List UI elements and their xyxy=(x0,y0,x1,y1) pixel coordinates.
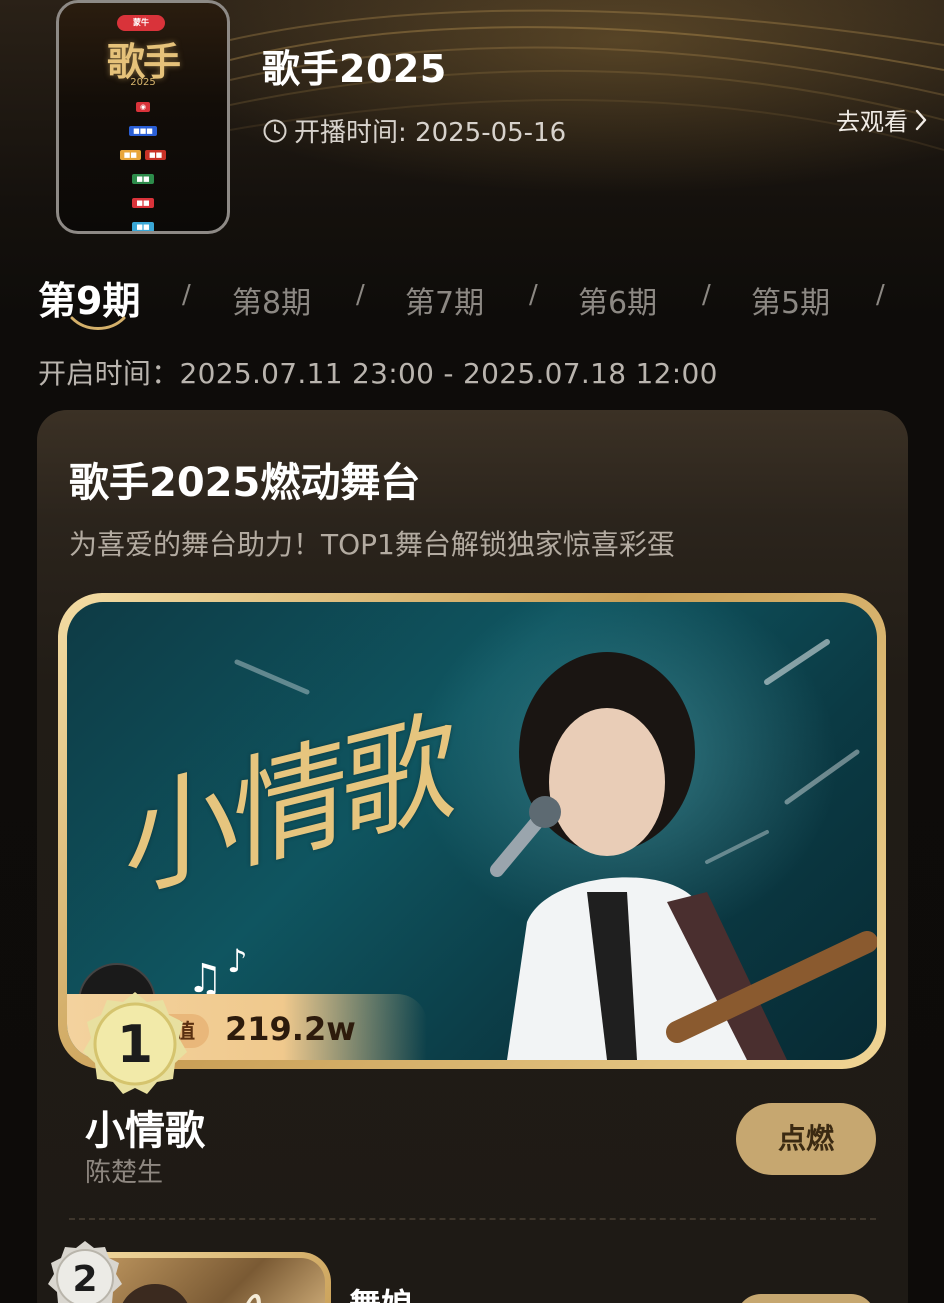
song-title-2: 舞娘 xyxy=(349,1280,413,1303)
air-time-text: 开播时间: 2025-05-16 xyxy=(294,118,567,148)
poster-sponsor-row: ■■ xyxy=(67,167,219,191)
air-time: 开播时间: 2025-05-16 xyxy=(262,112,566,149)
show-poster[interactable]: 蒙牛 歌手 2025 ◉ ■■■ ■■ ■■ ■■ ■■ ■■ xyxy=(56,0,230,234)
poster-sponsor-list: ◉ ■■■ ■■ ■■ ■■ ■■ ■■ xyxy=(67,95,219,231)
tab-episode-6[interactable]: 第6期 xyxy=(578,278,657,322)
sponsor-logo: ■■ xyxy=(132,222,154,231)
poster-sponsor-badge: 蒙牛 xyxy=(117,15,165,31)
header-decoration xyxy=(230,9,944,151)
tab-episode-5[interactable]: 第5期 xyxy=(751,278,830,322)
watch-link-label: 去观看 xyxy=(836,108,908,136)
chevron-right-icon xyxy=(915,109,927,130)
tab-separator: / xyxy=(356,280,365,310)
svg-text:♪: ♪ xyxy=(227,942,247,980)
sponsor-logo: ■■■ xyxy=(129,126,157,136)
stage-ranking-card: 歌手2025燃动舞台 为喜爱的舞台助力！TOP1舞台解锁独家惊喜彩蛋 ♫ ♪ 小… xyxy=(37,410,908,1303)
poster-sponsor-row: ■■■ xyxy=(67,119,219,143)
sponsor-logo: ■■ xyxy=(132,198,154,208)
song-title: 小情歌 xyxy=(85,1108,205,1154)
vote-open-time: 开启时间：2025.07.11 23:00 - 2025.07.18 12:00 xyxy=(38,357,718,390)
sponsor-logo: ■■ xyxy=(132,174,154,184)
poster-sponsor-row: ■■ xyxy=(67,215,219,231)
rank-1-number: 1 xyxy=(117,1015,153,1075)
poster-sponsor-row: ◉ xyxy=(67,95,219,119)
tab-episode-7[interactable]: 第7期 xyxy=(405,278,484,322)
poster-year: 2025 xyxy=(130,77,156,88)
watch-link[interactable]: 去观看 xyxy=(836,102,928,137)
rank-2-medal-icon: 2 xyxy=(48,1241,122,1303)
tab-separator: / xyxy=(702,280,711,310)
active-tab-indicator xyxy=(70,316,126,330)
svg-text:∿: ∿ xyxy=(235,1278,275,1303)
entry-divider xyxy=(69,1218,876,1220)
clock-icon xyxy=(263,119,287,142)
poster-sponsor-row: ■■ ■■ xyxy=(67,143,219,167)
tab-separator: / xyxy=(182,280,191,310)
sponsor-logo: ◉ xyxy=(135,102,151,112)
rank-1-medal-icon: 1 xyxy=(83,992,187,1094)
episode-tabs: 第9期 / 第8期 / 第7期 / 第6期 / 第5期 / xyxy=(38,270,908,330)
song-artist: 陈楚生 xyxy=(85,1158,164,1188)
sponsor-logo: ■■ xyxy=(119,150,141,160)
page: 蒙牛 歌手 2025 ◉ ■■■ ■■ ■■ ■■ ■■ ■■ 歌手2025 开播… xyxy=(0,0,944,1303)
card-subtitle: 为喜爱的舞台助力！TOP1舞台解锁独家惊喜彩蛋 xyxy=(69,528,675,561)
ignite-button[interactable]: 点燃 xyxy=(736,1103,876,1175)
tab-separator: / xyxy=(529,280,538,310)
card-title: 歌手2025燃动舞台 xyxy=(69,460,421,506)
show-title: 歌手2025 xyxy=(262,47,447,91)
sponsor-logo: ■■ xyxy=(145,150,167,160)
tab-separator: / xyxy=(876,280,885,310)
heat-value: 219.2w xyxy=(225,1010,356,1048)
rank-2-number: 2 xyxy=(72,1259,97,1300)
ignite-button-2[interactable] xyxy=(736,1294,876,1303)
tab-episode-8[interactable]: 第8期 xyxy=(232,278,311,322)
poster-sponsor-row: ■■ xyxy=(67,191,219,215)
